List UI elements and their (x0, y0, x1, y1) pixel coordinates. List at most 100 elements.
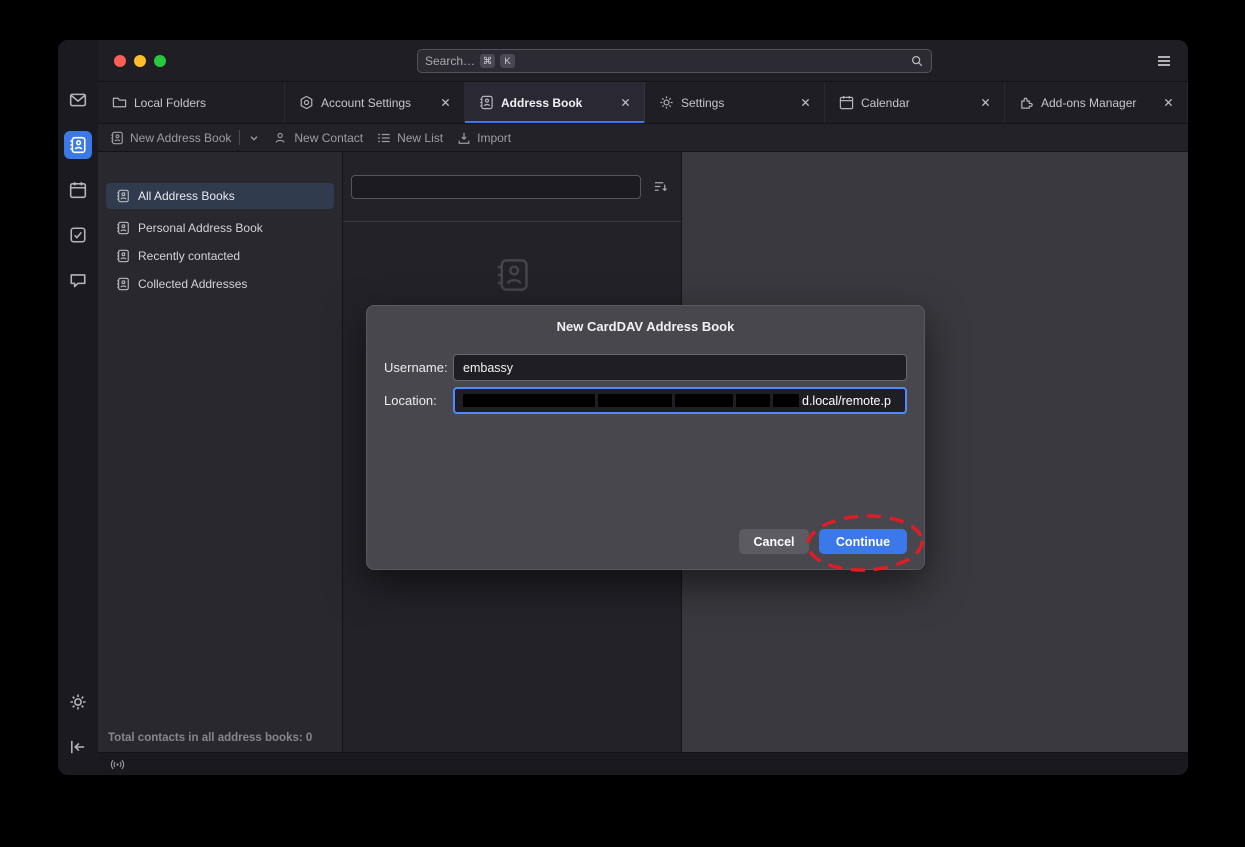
redaction-bar (463, 394, 595, 407)
import-label: Import (477, 131, 511, 145)
redaction-bar (675, 394, 733, 407)
k-key-badge: K (500, 54, 515, 68)
tab-local-folders[interactable]: Local Folders (98, 82, 285, 123)
location-field[interactable]: d.local/remote.p (453, 387, 907, 414)
account-settings-icon (299, 95, 314, 110)
tab-bar: Local Folders Account Settings Address (98, 82, 1188, 124)
location-label: Location: (384, 393, 453, 408)
address-book-icon (479, 95, 494, 110)
contacts-list-header (343, 152, 681, 222)
space-address-book-button[interactable] (64, 131, 92, 159)
broadcast-status-icon (110, 757, 125, 772)
close-tab-icon[interactable] (436, 94, 454, 112)
address-book-icon (116, 221, 130, 235)
new-address-book-label: New Address Book (130, 131, 231, 145)
chat-icon (69, 271, 87, 289)
redaction-bar (736, 394, 770, 407)
address-book-icon (116, 249, 130, 263)
status-bar (98, 752, 1188, 775)
maximize-window-button[interactable] (154, 55, 166, 67)
space-calendar-button[interactable] (64, 176, 92, 204)
address-book-icon (116, 189, 130, 203)
cancel-button[interactable]: Cancel (739, 529, 809, 554)
space-chat-button[interactable] (64, 266, 92, 294)
empty-list-placeholder-icon (495, 257, 531, 293)
location-visible-text: d.local/remote.p (802, 394, 891, 408)
tab-label: Local Folders (134, 96, 274, 110)
address-book-toolbar: New Address Book New Contact (98, 124, 1188, 152)
close-tab-icon[interactable] (976, 94, 994, 112)
folder-label: Collected Addresses (138, 277, 247, 291)
redaction-bar (773, 394, 799, 407)
close-tab-icon[interactable] (796, 94, 814, 112)
new-contact-icon (274, 131, 288, 145)
address-book-icon (110, 131, 124, 145)
desktop-background: Search… ⌘ K (0, 0, 1245, 847)
search-icon (910, 54, 924, 68)
folder-personal-address-book[interactable]: Personal Address Book (106, 215, 334, 241)
dialog-title: New CardDAV Address Book (384, 319, 907, 334)
settings-gear-button[interactable] (64, 688, 92, 716)
new-list-icon (377, 131, 391, 145)
hamburger-icon (1156, 53, 1172, 69)
tab-label: Add-ons Manager (1041, 96, 1152, 110)
tab-calendar[interactable]: Calendar (825, 82, 1005, 123)
calendar-icon (839, 95, 854, 110)
space-tasks-button[interactable] (64, 221, 92, 249)
import-icon (457, 131, 471, 145)
new-address-book-button[interactable]: New Address Book (110, 131, 231, 145)
display-options-button[interactable] (647, 175, 673, 199)
username-field[interactable] (453, 354, 907, 381)
address-book-icon (116, 277, 130, 291)
folder-collected-addresses[interactable]: Collected Addresses (106, 271, 334, 297)
tab-account-settings[interactable]: Account Settings (285, 82, 465, 123)
chevron-down-icon[interactable] (248, 132, 260, 144)
gear-icon (69, 693, 87, 711)
spaces-toolbar (58, 40, 98, 775)
folder-all-address-books[interactable]: All Address Books (106, 183, 334, 209)
gear-icon (659, 95, 674, 110)
address-book-folder-pane: All Address Books Personal Address Book … (98, 152, 342, 752)
global-search-placeholder: Search… (425, 54, 475, 68)
app-menu-button[interactable] (1156, 53, 1172, 69)
folder-label: Recently contacted (138, 249, 240, 263)
space-mail-button[interactable] (64, 86, 92, 114)
new-list-label: New List (397, 131, 443, 145)
tab-label: Account Settings (321, 96, 429, 110)
new-carddav-dialog: New CardDAV Address Book Username: Locat… (366, 305, 925, 570)
contacts-search-input[interactable] (351, 175, 641, 199)
toolbar-divider (239, 130, 240, 145)
tasks-icon (69, 226, 87, 244)
tab-label: Calendar (861, 96, 969, 110)
folder-recently-contacted[interactable]: Recently contacted (106, 243, 334, 269)
tab-label: Address Book (501, 96, 609, 110)
puzzle-icon (1019, 95, 1034, 110)
calendar-icon (69, 181, 87, 199)
close-window-button[interactable] (114, 55, 126, 67)
address-book-icon (69, 136, 87, 154)
username-label: Username: (384, 360, 453, 375)
close-tab-icon[interactable] (1159, 94, 1177, 112)
tab-addons-manager[interactable]: Add-ons Manager (1005, 82, 1188, 123)
total-contacts-status: Total contacts in all address books: 0 (108, 732, 312, 744)
close-tab-icon[interactable] (616, 94, 634, 112)
global-search-field[interactable]: Search… ⌘ K (417, 49, 932, 73)
folder-label: All Address Books (138, 189, 235, 203)
tab-label: Settings (681, 96, 789, 110)
tab-address-book[interactable]: Address Book (465, 82, 645, 123)
collapse-spaces-button[interactable] (64, 733, 92, 761)
tab-settings[interactable]: Settings (645, 82, 825, 123)
folder-label: Personal Address Book (138, 221, 263, 235)
import-button[interactable]: Import (457, 131, 511, 145)
continue-button[interactable]: Continue (819, 529, 907, 554)
new-contact-button[interactable]: New Contact (274, 131, 363, 145)
cmd-key-badge: ⌘ (480, 54, 495, 68)
minimize-window-button[interactable] (134, 55, 146, 67)
window-controls (114, 55, 166, 67)
sort-options-icon (653, 179, 668, 194)
folder-icon (112, 95, 127, 110)
new-contact-label: New Contact (294, 131, 363, 145)
collapse-left-icon (69, 738, 87, 756)
new-list-button[interactable]: New List (377, 131, 443, 145)
thunderbird-window: Search… ⌘ K (58, 40, 1188, 775)
